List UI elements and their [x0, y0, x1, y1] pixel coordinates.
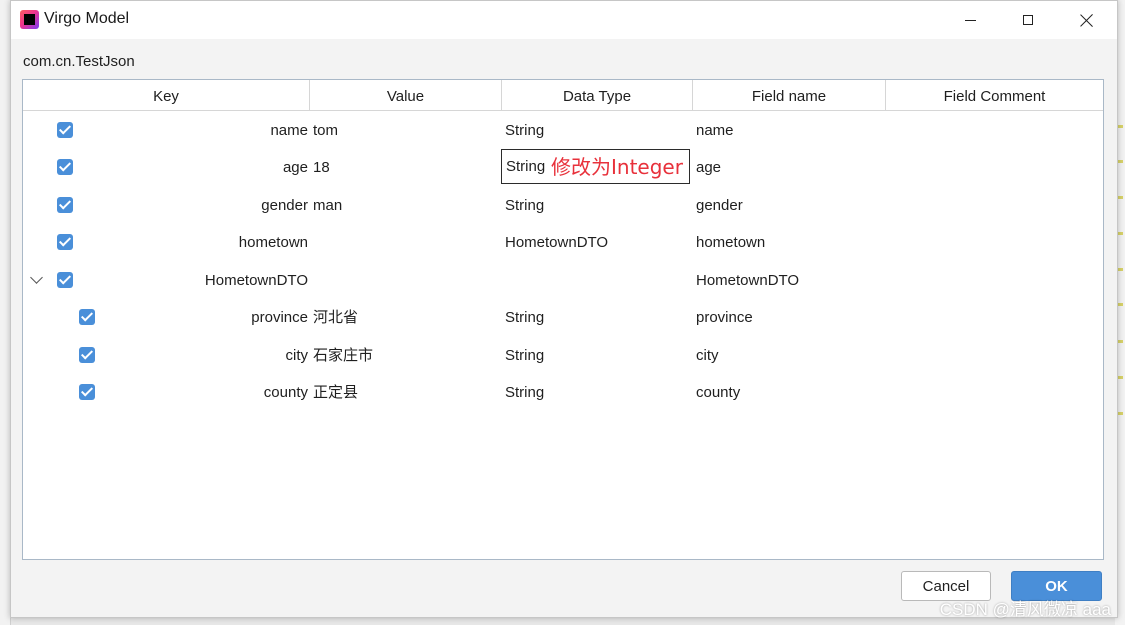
value-cell: man	[313, 197, 343, 214]
field-name-cell[interactable]: gender	[696, 187, 743, 224]
model-table: Key Value Data Type Field name Field Com…	[22, 79, 1104, 560]
value-cell: 正定县	[313, 384, 359, 401]
table-row-group[interactable]: HometownDTO HometownDTO	[23, 262, 1103, 299]
data-type-cell[interactable]: String	[505, 374, 544, 411]
table-row[interactable]: province 河北省 String province	[23, 299, 1103, 336]
minimize-icon	[964, 19, 976, 21]
column-header-value[interactable]: Value	[310, 80, 502, 110]
key-cell: hometown	[238, 234, 308, 251]
virgo-model-dialog: Virgo Model com.cn.TestJson Key Value Da…	[10, 0, 1118, 618]
field-name-cell[interactable]: county	[696, 374, 740, 411]
data-type-editor[interactable]: String 修改为Integer	[501, 149, 690, 184]
data-type-cell[interactable]: String	[505, 187, 544, 224]
title-bar: Virgo Model	[11, 1, 1117, 39]
key-cell: HometownDTO	[204, 272, 308, 289]
table-row[interactable]: hometown HometownDTO hometown	[23, 224, 1103, 261]
key-cell: gender	[261, 197, 308, 214]
field-name-cell[interactable]: age	[696, 149, 721, 186]
key-cell: name	[270, 122, 308, 139]
field-name-cell[interactable]: hometown	[696, 224, 765, 261]
data-type-cell[interactable]: String	[505, 337, 544, 374]
key-cell: age	[282, 159, 308, 176]
table-row[interactable]: gender man String gender	[23, 187, 1103, 224]
edit-annotation: 修改为Integer	[551, 155, 683, 179]
column-header-field-name[interactable]: Field name	[693, 80, 886, 110]
table-row[interactable]: county 正定县 String county	[23, 374, 1103, 411]
data-type-cell[interactable]: String	[505, 112, 544, 149]
close-icon	[1080, 14, 1093, 27]
data-type-cell[interactable]: HometownDTO	[505, 224, 608, 261]
maximize-icon	[1023, 15, 1033, 25]
field-name-cell[interactable]: province	[696, 299, 753, 336]
data-type-editor-text[interactable]: String	[506, 150, 545, 183]
value-cell: 河北省	[313, 309, 359, 326]
value-cell: 18	[313, 159, 330, 176]
window-title: Virgo Model	[44, 10, 130, 27]
class-name-label: com.cn.TestJson	[23, 53, 135, 70]
intellij-icon	[20, 10, 39, 29]
field-name-cell[interactable]: city	[696, 337, 719, 374]
key-cell: province	[251, 309, 308, 326]
value-cell: 石家庄市	[313, 347, 374, 364]
value-cell: tom	[313, 122, 339, 139]
maximize-button[interactable]	[999, 1, 1057, 39]
field-name-cell[interactable]: name	[696, 112, 734, 149]
column-header-data-type[interactable]: Data Type	[502, 80, 693, 110]
table-row[interactable]: name tom String name	[23, 112, 1103, 149]
table-row[interactable]: city 石家庄市 String city	[23, 337, 1103, 374]
column-header-field-comment[interactable]: Field Comment	[886, 80, 1103, 110]
watermark: CSDN @清风微凉 aaa	[939, 600, 1111, 619]
field-name-cell[interactable]: HometownDTO	[696, 262, 799, 299]
column-header-key[interactable]: Key	[23, 80, 310, 110]
table-header: Key Value Data Type Field name Field Com…	[23, 80, 1103, 111]
minimize-button[interactable]	[941, 1, 999, 39]
key-cell: city	[285, 347, 309, 364]
data-type-cell[interactable]: String	[505, 299, 544, 336]
key-cell: county	[263, 384, 308, 401]
close-button[interactable]	[1057, 1, 1115, 39]
